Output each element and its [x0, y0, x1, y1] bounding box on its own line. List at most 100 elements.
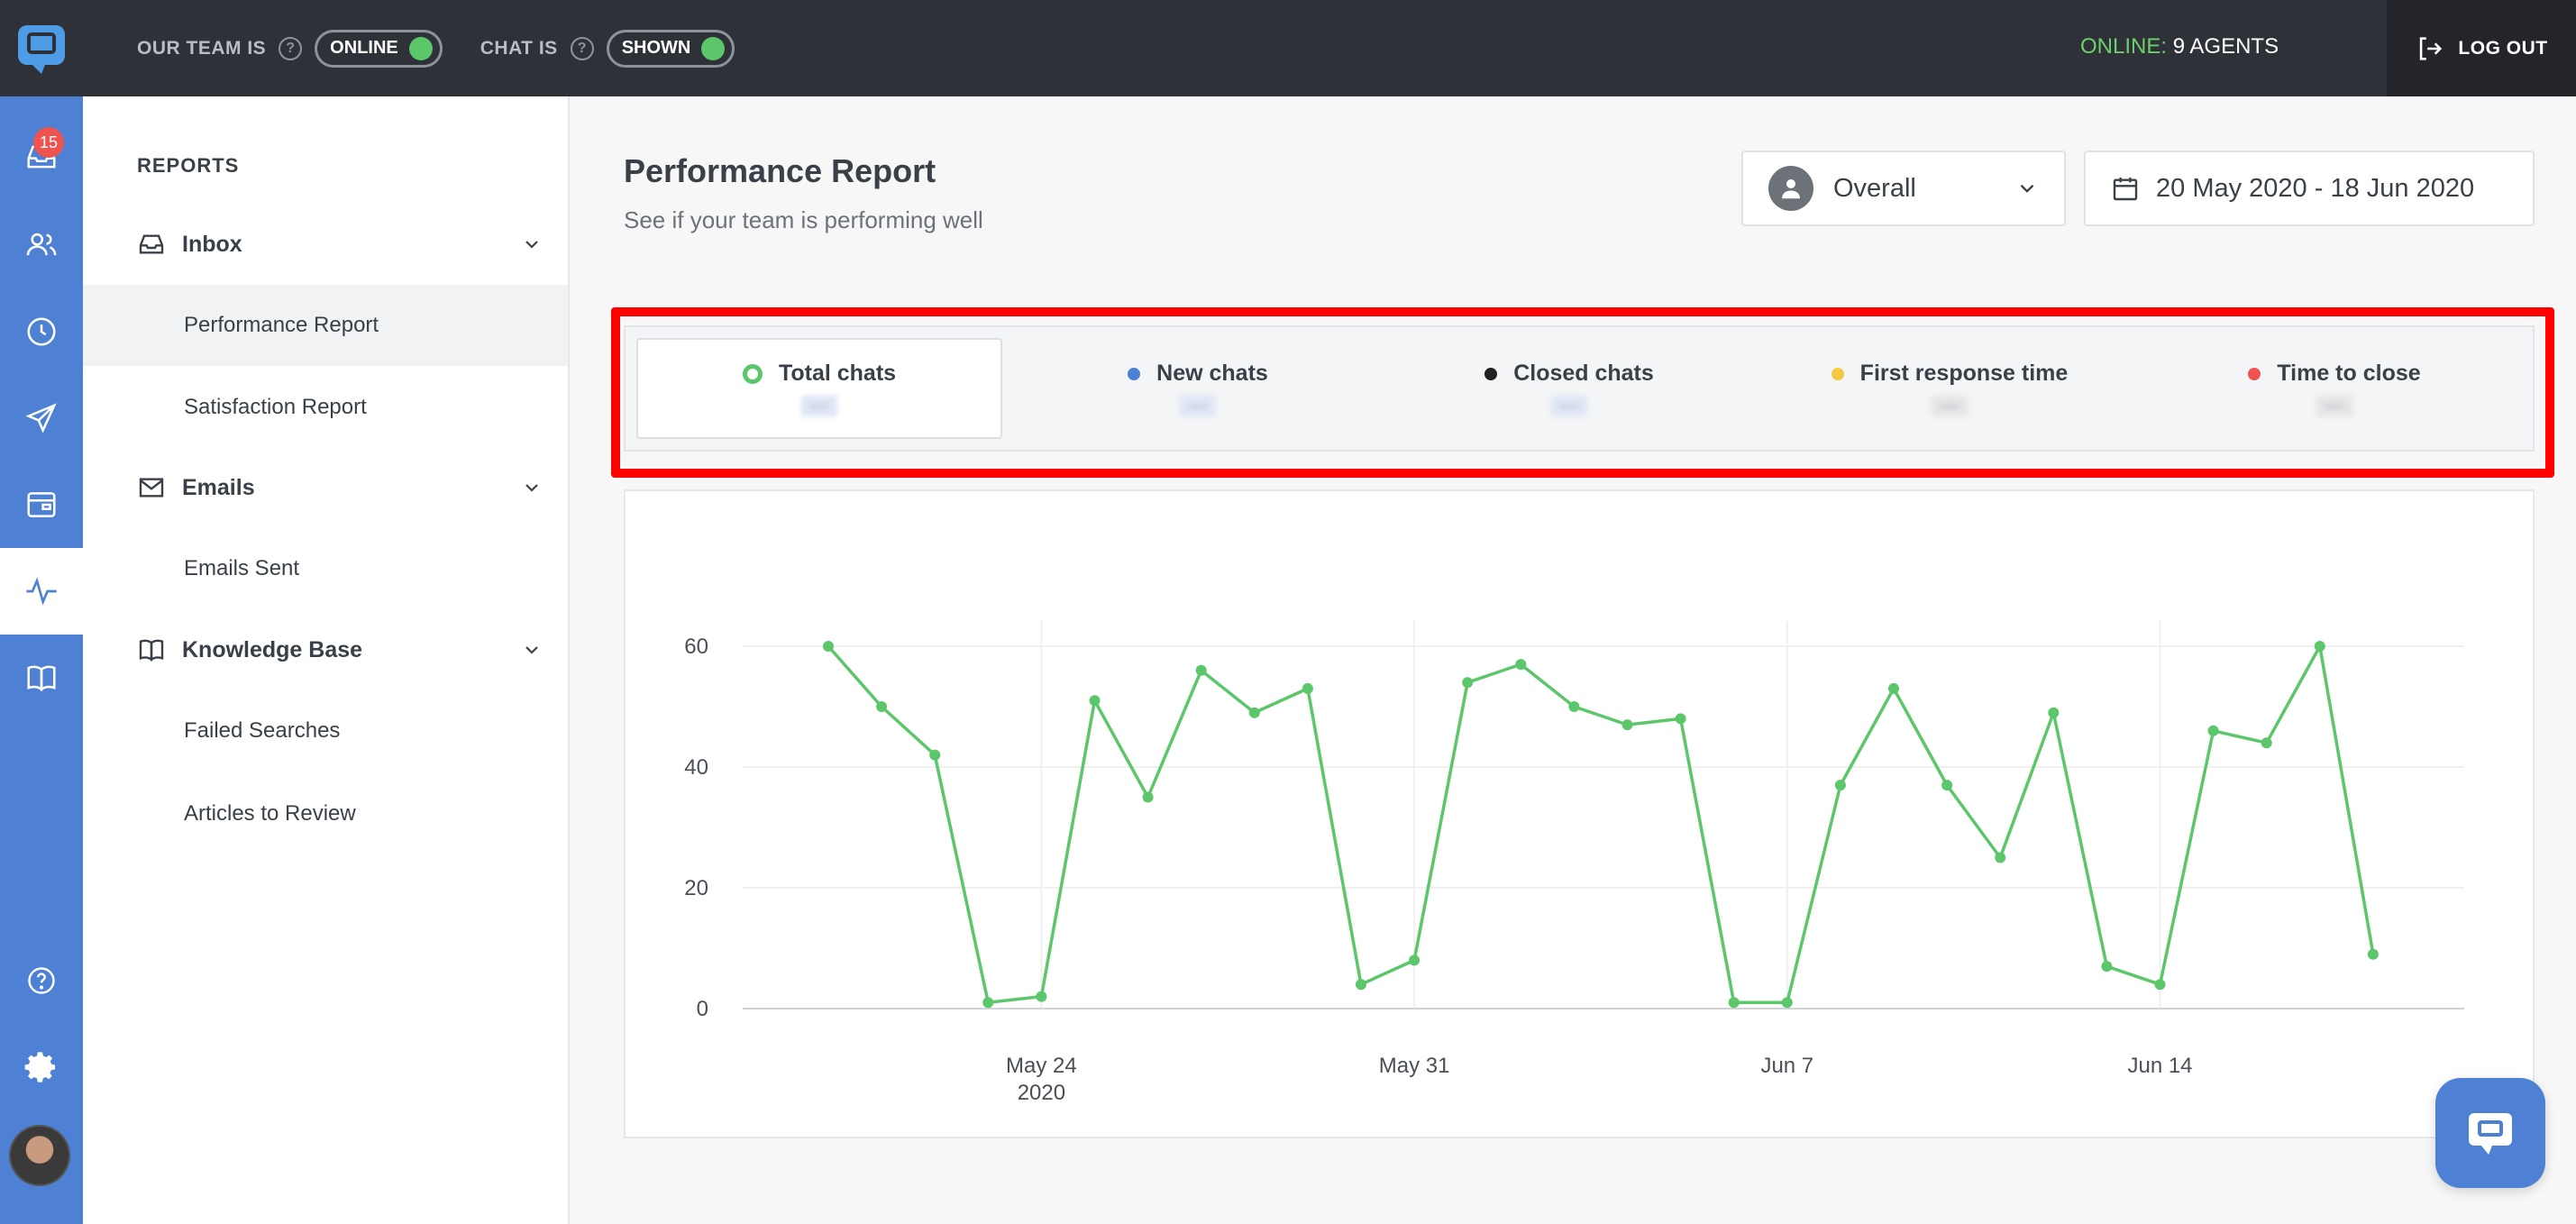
data-point — [1568, 701, 1580, 712]
data-point — [823, 641, 834, 652]
page-subtitle: See if your team is performing well — [624, 206, 983, 233]
top-bar: OUR TEAM IS ? ONLINE CHAT IS ? SHOWN ONL… — [0, 0, 2576, 96]
chat-status-toggle[interactable]: SHOWN — [606, 29, 735, 68]
book-icon — [137, 635, 168, 664]
rail-contacts[interactable] — [0, 202, 83, 288]
data-point — [2154, 979, 2166, 991]
data-point — [2101, 961, 2113, 973]
wallet-icon — [27, 492, 56, 517]
data-point — [1195, 664, 1207, 676]
users-icon — [26, 233, 57, 256]
sidebar-item-emails-sent[interactable]: Emails Sent — [83, 528, 568, 609]
rail-campaigns[interactable] — [0, 375, 83, 461]
data-point — [1462, 677, 1474, 689]
data-point — [1675, 713, 1686, 725]
team-help-icon[interactable]: ? — [279, 36, 303, 60]
team-status-group: OUR TEAM IS ? ONLINE — [137, 29, 443, 68]
data-point — [982, 997, 994, 1009]
data-point — [1781, 997, 1793, 1009]
chat-status-label: CHAT IS — [480, 37, 558, 59]
rail-help[interactable] — [0, 937, 83, 1024]
data-point — [2367, 948, 2379, 960]
help-icon — [28, 967, 55, 994]
rail-inbox[interactable] — [0, 114, 83, 200]
data-point — [2261, 737, 2272, 749]
logout-label: LOG OUT — [2458, 37, 2548, 59]
x-tick-label: Jun 7 — [1760, 1054, 1813, 1078]
chevron-down-icon — [525, 646, 538, 654]
app-logo[interactable] — [0, 0, 83, 96]
team-status-toggle[interactable]: ONLINE — [315, 29, 443, 68]
date-range-picker[interactable]: 20 May 2020 - 18 Jun 2020 — [2084, 151, 2535, 226]
data-point — [2207, 725, 2219, 736]
sidebar-item-satisfaction-report[interactable]: Satisfaction Report — [83, 367, 568, 448]
chat-status-value: SHOWN — [621, 38, 691, 58]
data-point — [1515, 659, 1527, 671]
performance-chart-card: 60 40 20 0 May 24 2020 May 31 Jun 7 Jun 14 — [624, 489, 2535, 1138]
chat-bubble-icon — [2469, 1113, 2512, 1155]
data-point — [1728, 997, 1740, 1009]
rail-history[interactable] — [0, 288, 83, 375]
data-point — [876, 701, 888, 712]
data-point — [1409, 955, 1420, 966]
chevron-down-icon — [2020, 184, 2034, 193]
highlight-box — [611, 307, 2554, 478]
logout-button[interactable]: LOG OUT — [2387, 0, 2576, 96]
sidebar-section-knowledge-base[interactable]: Knowledge Base — [137, 632, 543, 668]
toggle-on-indicator — [701, 36, 726, 60]
rail-reports[interactable] — [0, 548, 83, 635]
data-point — [1302, 682, 1313, 694]
data-point — [1248, 707, 1260, 718]
data-point — [2314, 641, 2325, 652]
chevron-down-icon — [525, 484, 538, 492]
sidebar-item-articles-to-review[interactable]: Articles to Review — [83, 773, 568, 854]
x-tick-label: May 31 — [1379, 1054, 1450, 1078]
gear-icon — [24, 1052, 56, 1082]
data-point — [2048, 707, 2060, 718]
y-tick-label: 40 — [684, 755, 708, 780]
data-point — [1621, 719, 1633, 731]
user-icon — [1768, 166, 1813, 211]
logout-icon — [2420, 36, 2443, 60]
sidebar-section-label: Knowledge Base — [182, 636, 363, 662]
x-tick-label: May 24 — [1006, 1054, 1077, 1078]
sidebar-heading: REPORTS — [137, 154, 240, 177]
rail-knowledge-base[interactable] — [0, 635, 83, 721]
rail-settings[interactable] — [0, 1024, 83, 1110]
team-status-label: OUR TEAM IS — [137, 37, 267, 59]
series-line — [827, 644, 2375, 1005]
data-point — [1356, 979, 1366, 991]
reports-icon — [26, 577, 57, 606]
chevron-down-icon — [525, 241, 538, 249]
user-avatar[interactable] — [9, 1125, 70, 1186]
data-point — [1995, 852, 2006, 863]
sidebar-section-inbox[interactable]: Inbox — [137, 226, 543, 262]
inbox-icon — [137, 230, 168, 259]
sidebar-section-emails[interactable]: Emails — [137, 470, 543, 506]
online-agents-count: 9 AGENTS — [2172, 34, 2279, 59]
date-range-value: 20 May 2020 - 18 Jun 2020 — [2156, 173, 2475, 203]
sidebar-section-label: Emails — [182, 474, 255, 500]
agent-filter-value: Overall — [1833, 173, 1916, 203]
y-tick-label: 60 — [684, 635, 708, 659]
chat-help-icon[interactable]: ? — [570, 36, 594, 60]
toggle-on-indicator — [408, 36, 433, 60]
sidebar-section-label: Inbox — [182, 231, 242, 257]
chat-widget-button[interactable] — [2435, 1078, 2545, 1188]
sidebar-item-performance-report[interactable]: Performance Report — [83, 285, 568, 366]
chat-status-group: CHAT IS ? SHOWN — [480, 29, 735, 68]
performance-line-chart: 60 40 20 0 May 24 2020 May 31 Jun 7 Jun 14 — [684, 621, 2464, 1105]
page-title: Performance Report — [624, 152, 936, 189]
calendar-icon — [2113, 178, 2138, 201]
sidebar-item-failed-searches[interactable]: Failed Searches — [83, 690, 568, 772]
inbox-unread-badge: 15 — [33, 127, 64, 158]
data-point — [929, 749, 941, 761]
agent-filter-dropdown[interactable]: Overall — [1741, 151, 2066, 226]
data-point — [1941, 780, 1953, 791]
y-tick-label: 0 — [697, 997, 708, 1021]
data-point — [1834, 780, 1846, 791]
data-point — [1089, 695, 1101, 707]
y-tick-label: 20 — [684, 876, 708, 900]
rail-widget[interactable] — [0, 461, 83, 548]
send-icon — [25, 403, 57, 434]
